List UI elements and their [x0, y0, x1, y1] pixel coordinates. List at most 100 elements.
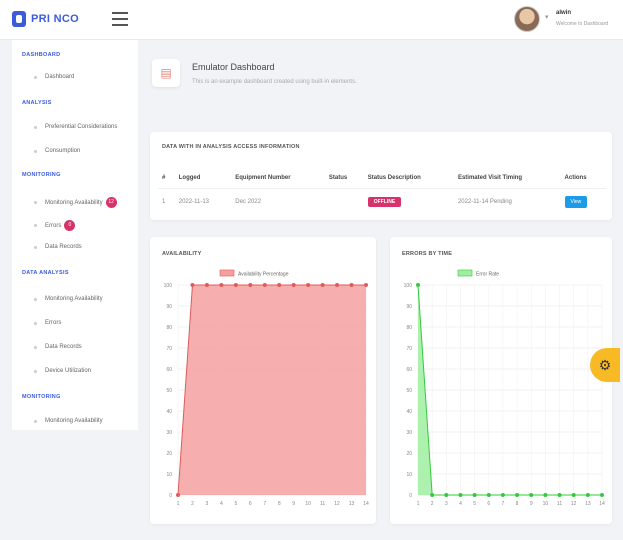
data-point: [430, 493, 435, 497]
data-point: [500, 493, 505, 497]
y-tick-label: 10: [406, 472, 412, 478]
x-tick-label: 7: [263, 501, 266, 507]
table-row: 1 2022-11-13 Dec 2022 OFFLINE 2022-11-14…: [158, 189, 606, 216]
x-tick-label: 4: [459, 501, 462, 507]
sidebar-section-monitoring: MONITORING: [22, 172, 61, 178]
sidebar-item-da-errors[interactable]: Errors: [34, 320, 61, 326]
sidebar-item-label: Monitoring Availability: [45, 418, 103, 424]
notification-badge: 12: [105, 197, 117, 208]
column-header: #: [158, 168, 175, 189]
app-logo[interactable]: PRI NCO: [12, 11, 79, 27]
x-tick-label: 7: [502, 501, 505, 507]
data-point: [486, 493, 491, 497]
sidebar-item-da-availability[interactable]: Monitoring Availability: [34, 296, 103, 302]
legend-swatch: [219, 269, 235, 277]
availability-chart-card: AVAILABILITY 0 10 20 30 40 50 60 70 80 90 100 1 2 3 4 5…: [150, 237, 376, 524]
x-tick-label: 3: [445, 501, 448, 507]
data-point: [233, 283, 238, 287]
sidebar-item-monitoring-availability[interactable]: Monitoring Availability 12: [34, 197, 117, 208]
column-header: Actions: [560, 168, 606, 189]
chevron-down-icon[interactable]: ▾: [545, 13, 549, 21]
logged-cell: 2022-11-13: [178, 199, 209, 205]
y-tick-label: 90: [166, 304, 172, 310]
data-point: [349, 283, 354, 287]
x-tick-label: 1: [417, 501, 420, 507]
x-tick-label: 2: [191, 501, 194, 507]
x-tick-label: 14: [599, 501, 605, 507]
data-point: [277, 283, 282, 287]
x-tick-label: 9: [292, 501, 295, 507]
sidebar-item-da-records[interactable]: Data Records: [34, 344, 82, 350]
legend-swatch: [457, 269, 473, 277]
sidebar-item-label: Monitoring Availability: [45, 296, 103, 302]
sidebar-section-data-analysis: DATA ANALYSIS: [22, 270, 69, 276]
x-tick-label: 10: [543, 501, 549, 507]
sidebar-section-analysis: ANALYSIS: [22, 100, 52, 106]
sidebar-item-device-utilization[interactable]: Device Utilization: [34, 368, 91, 374]
y-tick-label: 60: [406, 367, 412, 373]
row-number: 1: [162, 199, 166, 205]
page-header: ▤ Emulator Dashboard This is an example …: [150, 53, 610, 107]
avatar[interactable]: [514, 6, 540, 32]
bullet-icon: [34, 75, 37, 79]
data-point: [262, 283, 267, 287]
y-tick-label: 80: [166, 325, 172, 331]
x-tick-label: 5: [473, 501, 476, 507]
x-tick-label: 6: [487, 501, 490, 507]
data-point: [219, 283, 224, 287]
sidebar-item-data-records[interactable]: Data Records: [34, 244, 82, 250]
x-tick-label: 11: [320, 501, 325, 507]
data-point: [529, 493, 534, 497]
data-point: [472, 493, 477, 497]
y-tick-label: 40: [166, 409, 172, 415]
view-button[interactable]: View: [564, 196, 588, 208]
sidebar-item-preferential[interactable]: Preferential Considerations: [34, 124, 117, 130]
x-tick-label: 11: [557, 501, 562, 507]
data-point: [176, 493, 180, 497]
status-table-card: DATA WITH IN ANALYSIS ACCESS INFORMATION…: [150, 132, 612, 220]
data-point: [585, 493, 590, 497]
bullet-icon: [34, 297, 37, 301]
sidebar-item-monitoring-availability-2[interactable]: Monitoring Availability: [34, 418, 103, 424]
menu-toggle-icon[interactable]: [112, 12, 128, 26]
sidebar-item-errors[interactable]: Errors 0: [34, 220, 76, 231]
column-header: Status Description: [363, 168, 454, 189]
data-point: [335, 283, 340, 287]
equipment-cell: Dec 2022: [235, 199, 261, 205]
column-header: Equipment Number: [231, 168, 325, 189]
y-tick-label: 50: [406, 388, 412, 394]
y-tick-label: 40: [406, 409, 412, 415]
bullet-icon: [34, 125, 37, 129]
sidebar-section-monitoring-2: MONITORING: [22, 394, 61, 400]
x-tick-label: 10: [305, 501, 311, 507]
bullet-icon: [34, 224, 37, 227]
logo-icon: [12, 11, 26, 27]
x-tick-label: 6: [249, 501, 252, 507]
sidebar-item-dashboard[interactable]: Dashboard: [34, 74, 74, 80]
logo-text: PRI NCO: [31, 13, 79, 25]
x-tick-label: 1: [177, 501, 180, 507]
column-header: Estimated Visit Timing: [453, 168, 561, 189]
data-point: [444, 493, 449, 497]
sidebar-item-consumption[interactable]: Consumption: [34, 148, 80, 154]
y-tick-label: 100: [164, 283, 173, 289]
y-tick-label: 20: [406, 451, 412, 457]
table-header-row: # Logged Equipment Number Status Status …: [158, 168, 606, 189]
data-point: [458, 493, 463, 497]
data-point: [320, 283, 325, 287]
y-tick-label: 70: [166, 346, 172, 352]
y-tick-label: 10: [166, 472, 172, 478]
settings-gear-icon[interactable]: ⚙: [590, 348, 620, 382]
x-tick-label: 12: [334, 501, 340, 507]
x-tick-label: 3: [206, 501, 209, 507]
sidebar-item-label: Errors: [45, 222, 62, 229]
actions-cell: View: [561, 189, 606, 216]
x-tick-label: 8: [516, 501, 519, 507]
sidebar-item-label: Monitoring Availability: [45, 199, 103, 206]
sidebar-item-label: Device Utilization: [45, 368, 92, 374]
bullet-icon: [34, 149, 37, 153]
data-point: [306, 283, 311, 287]
data-point: [557, 493, 562, 497]
column-header: Status: [324, 168, 364, 189]
sidebar-item-label: Dashboard: [45, 74, 75, 80]
